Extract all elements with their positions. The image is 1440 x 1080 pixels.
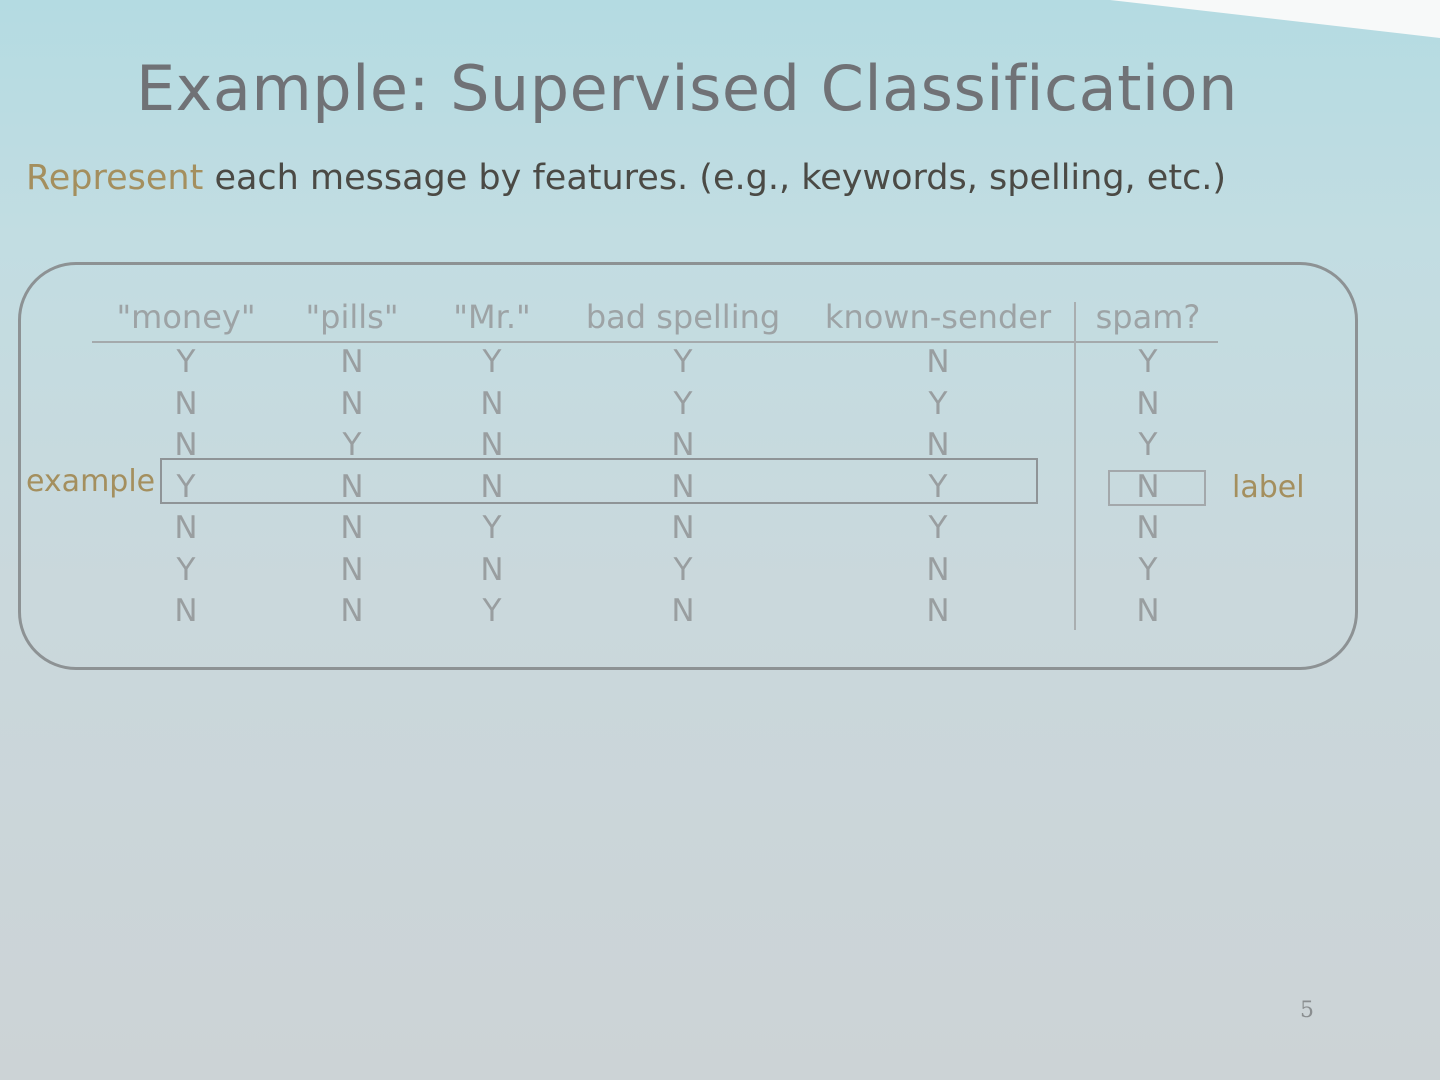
table-cell: N: [340, 510, 364, 546]
table-cell: N: [174, 593, 198, 629]
table-cell: N: [1136, 385, 1160, 422]
table-cell: N: [926, 344, 950, 380]
example-annotation: example: [26, 464, 156, 499]
header-known-sender: known-sender: [824, 298, 1052, 336]
table-cell: Y: [1138, 427, 1158, 463]
table-cell: N: [340, 344, 364, 380]
slide: Example: Supervised Classification Repre…: [0, 0, 1440, 1080]
table-cell: Y: [1138, 551, 1158, 588]
table-cell: Y: [342, 427, 362, 463]
table-cell: N: [926, 593, 950, 629]
label-annotation: label: [1232, 470, 1305, 505]
subtitle-rest: each message by features. (e.g., keyword…: [203, 158, 1227, 198]
header-mr: "Mr.": [453, 298, 531, 336]
table-cell: N: [671, 427, 695, 463]
table-cell: Y: [673, 551, 693, 588]
table-cell: N: [340, 593, 364, 629]
table-cell: Y: [673, 385, 693, 422]
page-number: 5: [1300, 998, 1314, 1023]
table-cell: N: [480, 551, 504, 588]
subtitle-lead: Represent: [26, 158, 204, 198]
table-cell: Y: [482, 593, 502, 629]
table-cell: Y: [482, 344, 502, 380]
photo-corner-wedge: [1110, 0, 1440, 38]
table-cell: Y: [176, 551, 196, 588]
table-cell: N: [926, 427, 950, 463]
header-spam: spam?: [1095, 298, 1201, 336]
table-cell: N: [480, 385, 504, 422]
table-cell: Y: [1138, 344, 1158, 380]
table-cell: N: [1136, 593, 1160, 629]
table-cell: N: [671, 593, 695, 629]
table-cell: N: [340, 551, 364, 588]
header-bad-spelling: bad spelling: [585, 298, 781, 336]
header-rule: [92, 341, 1218, 343]
table-cell: Y: [673, 344, 693, 380]
table-cell: N: [480, 427, 504, 463]
table-cell: N: [174, 510, 198, 546]
slide-subtitle: Represent each message by features. (e.g…: [26, 158, 1226, 198]
label-column-separator: [1074, 302, 1076, 630]
example-row-highlight: [160, 458, 1038, 504]
table-cell: Y: [482, 510, 502, 546]
table-cell: N: [1136, 510, 1160, 546]
table-cell: Y: [928, 385, 948, 422]
table-cell: N: [340, 385, 364, 422]
table-cell: N: [926, 551, 950, 588]
label-cell-highlight: [1108, 470, 1206, 506]
table-cell: Y: [928, 510, 948, 546]
header-pills: "pills": [305, 298, 399, 336]
table-cell: N: [174, 427, 198, 463]
table-cell: Y: [176, 344, 196, 380]
table-cell: N: [671, 510, 695, 546]
table-cell: N: [174, 385, 198, 422]
slide-title: Example: Supervised Classification: [136, 52, 1238, 125]
header-money: "money": [116, 298, 256, 336]
